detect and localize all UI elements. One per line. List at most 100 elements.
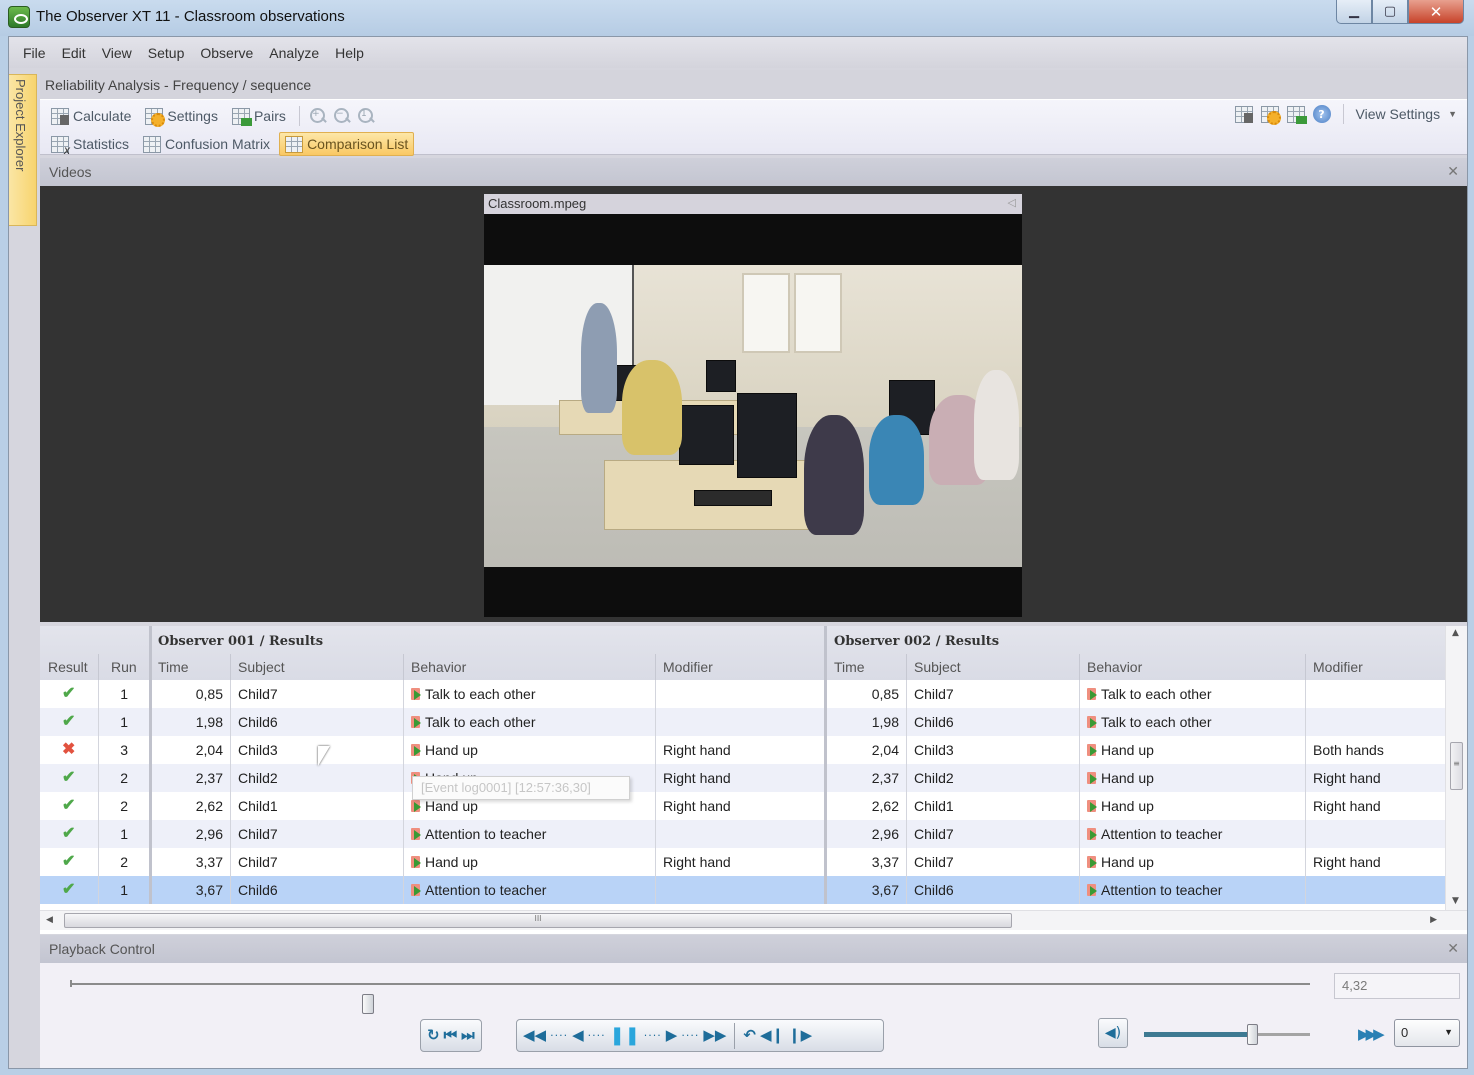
minimize-button[interactable]: ▁ — [1336, 0, 1372, 24]
video-frame[interactable] — [484, 265, 1022, 567]
volume-slider[interactable] — [1144, 1024, 1310, 1045]
col-header-behavior-o2[interactable]: Behavior — [1087, 659, 1142, 675]
column-divider — [1305, 654, 1306, 680]
speaker-icon[interactable]: ◁ — [1008, 196, 1016, 209]
col-header-subject-o2[interactable]: Subject — [914, 659, 961, 675]
horizontal-scroll-thumb[interactable]: III — [64, 913, 1012, 928]
maximize-icon: ▢ — [1383, 4, 1397, 19]
current-time-field[interactable]: 4,32 — [1334, 973, 1460, 999]
menu-observe[interactable]: Observe — [192, 45, 261, 61]
next-observation-icon[interactable]: ⏭ — [461, 1028, 475, 1043]
table-row[interactable]: ✔ 1 1,98 Child6 Talk to each other 1,98 Child6… — [40, 708, 1445, 736]
volume-button[interactable]: ◀) — [1098, 1018, 1128, 1048]
behavior-event-icon — [411, 716, 421, 728]
scroll-left-icon[interactable]: ◀ — [46, 915, 53, 925]
timeline-slider[interactable] — [70, 980, 1310, 1014]
next-frame-icon[interactable]: ❙▶ — [788, 1028, 812, 1043]
column-divider — [906, 680, 907, 708]
previous-observation-icon[interactable]: ⏮ — [444, 1028, 458, 1043]
col-header-run[interactable]: Run — [111, 659, 137, 675]
table-row[interactable]: ✔22,37Child2Hand upRight hand2,37Child2H… — [40, 764, 1445, 792]
scroll-right-icon[interactable]: ▶ — [1430, 915, 1437, 925]
zoom-in-icon[interactable]: + — [308, 106, 328, 126]
pairs-button[interactable]: Pairs — [227, 104, 291, 128]
subject-cell: Child7 — [238, 686, 278, 702]
vertical-scroll-thumb[interactable]: ≡ — [1450, 742, 1463, 790]
table-row[interactable]: ✔ 2 2,62 Child1 Hand up Right hand 2,62 Child1 H… — [40, 792, 1445, 820]
calculate-button[interactable]: Calculate — [46, 104, 136, 128]
open-layout-icon[interactable] — [1260, 105, 1281, 125]
col-header-time-o1[interactable]: Time — [158, 659, 189, 675]
table-row[interactable]: ✔ 1 2,96 Child7 Attention to teacher 2,96 Chil… — [40, 820, 1445, 848]
help-icon[interactable]: ? — [1312, 105, 1331, 123]
speaker-icon: ◀) — [1104, 1025, 1122, 1041]
behavior-event-icon — [411, 884, 421, 896]
column-divider — [98, 876, 99, 904]
col-header-subject-o1[interactable]: Subject — [238, 659, 285, 675]
timeline-slider-thumb[interactable] — [361, 994, 374, 1014]
fast-rewind-icon[interactable]: ◀◀ — [523, 1028, 546, 1043]
col-header-modifier-o2[interactable]: Modifier — [1313, 659, 1363, 675]
menu-analyze[interactable]: Analyze — [261, 45, 327, 61]
table-row[interactable]: ✔ 2 3,37 Child7 Hand up Right hand 3,37 Child7 H… — [40, 848, 1445, 876]
match-check-icon: ✔ — [62, 713, 76, 730]
column-divider — [824, 848, 827, 876]
column-divider — [906, 736, 907, 764]
zoom-reset-icon[interactable]: 1 — [356, 106, 376, 126]
export-icon[interactable] — [1286, 105, 1307, 124]
column-divider — [1305, 792, 1306, 820]
pairs-label: Pairs — [253, 108, 286, 124]
statistics-button[interactable]: Statistics — [46, 132, 134, 157]
layout-icon[interactable] — [1234, 105, 1253, 123]
zoom-out-icon[interactable]: − — [332, 106, 352, 126]
menu-view[interactable]: View — [94, 45, 140, 61]
col-header-modifier-o1[interactable]: Modifier — [663, 659, 713, 675]
play-icon[interactable]: ▶ — [666, 1028, 678, 1043]
playback-speed-select[interactable]: 0 ▼ — [1394, 1019, 1460, 1047]
column-divider — [824, 820, 827, 848]
vertical-scrollbar[interactable]: ▲ ≡ ▼ — [1445, 626, 1467, 910]
scroll-down-icon[interactable]: ▼ — [1452, 896, 1459, 906]
playback-speed-value: 0 — [1401, 1025, 1409, 1040]
maximize-button[interactable]: ▢ — [1372, 0, 1408, 24]
project-explorer-tab[interactable]: Project Explorer — [9, 74, 37, 226]
menu-edit[interactable]: Edit — [54, 45, 94, 61]
behavior-event-icon — [1087, 744, 1097, 756]
menu-file[interactable]: File — [15, 45, 54, 61]
video-window[interactable]: Classroom.mpeg ◁ — [484, 194, 1022, 617]
column-divider — [655, 820, 656, 848]
time-cell: 0,85 — [871, 686, 899, 702]
volume-slider-thumb[interactable] — [1246, 1024, 1258, 1045]
menu-setup[interactable]: Setup — [140, 45, 193, 61]
view-settings-label: View Settings — [1355, 106, 1441, 122]
scroll-up-icon[interactable]: ▲ — [1452, 628, 1459, 638]
video-scene-student — [869, 415, 924, 505]
undo-icon[interactable]: ↶ — [743, 1028, 756, 1043]
behavior-cell: Attention to teacher — [411, 882, 546, 898]
close-button[interactable]: ✕ — [1408, 0, 1464, 24]
col-header-result[interactable]: Result — [48, 659, 88, 675]
behavior-event-icon — [411, 744, 421, 756]
comparison-list-button[interactable]: Comparison List — [279, 132, 415, 156]
column-divider — [98, 654, 99, 680]
step-back-icon[interactable]: ◀ — [572, 1028, 584, 1043]
close-videos-panel-icon[interactable]: ✕ — [1447, 163, 1459, 180]
table-row[interactable]: ✖ 3 2,04 Child3 Hand up Right hand 2,04 Child3 H… — [40, 736, 1445, 764]
settings-button[interactable]: Settings — [140, 104, 223, 128]
column-divider — [149, 876, 152, 904]
previous-frame-icon[interactable]: ◀❙ — [760, 1028, 784, 1043]
table-row[interactable]: ✔ 1 3,67 Child6 Attention to teacher 3,67 Chil… — [40, 876, 1445, 904]
fast-forward-icon[interactable]: ▶▶ — [703, 1028, 726, 1043]
table-row[interactable]: ✔ 1 0,85 Child7 Talk to each other 0,85 Child7… — [40, 680, 1445, 708]
pause-icon[interactable]: ❚❚ — [610, 1026, 640, 1045]
horizontal-scrollbar[interactable]: ◀ III ▶ — [40, 910, 1467, 930]
view-settings-dropdown[interactable]: View Settings ▼ — [1356, 106, 1458, 122]
loop-icon[interactable]: ↻ — [427, 1028, 440, 1043]
video-scene-keyboard — [694, 490, 772, 506]
menu-help[interactable]: Help — [327, 45, 372, 61]
close-playback-panel-icon[interactable]: ✕ — [1447, 940, 1459, 957]
dots-divider: ···· — [587, 1029, 606, 1042]
confusion-matrix-button[interactable]: Confusion Matrix — [138, 132, 275, 156]
col-header-behavior-o1[interactable]: Behavior — [411, 659, 466, 675]
col-header-time-o2[interactable]: Time — [834, 659, 865, 675]
